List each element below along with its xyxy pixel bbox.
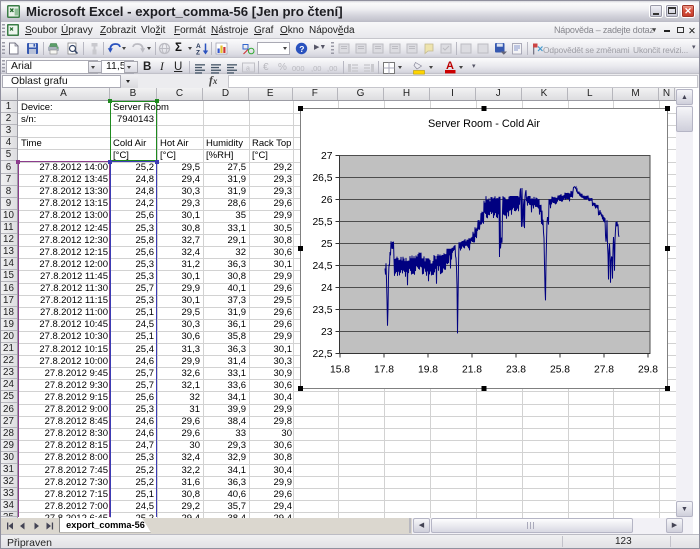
svg-text:26,5: 26,5 [312,173,332,184]
svg-text:a: a [246,65,250,72]
svg-text:24,5: 24,5 [312,261,332,272]
svg-text:27: 27 [321,151,333,162]
svg-text:26: 26 [321,195,333,206]
svg-text:15.8: 15.8 [330,365,350,376]
svg-text:22,5: 22,5 [312,349,332,360]
svg-text:21.8: 21.8 [462,365,482,376]
svg-text:24: 24 [321,283,333,294]
svg-text:19.8: 19.8 [418,365,438,376]
svg-text:25.8: 25.8 [550,365,570,376]
svg-text:25,5: 25,5 [312,217,332,228]
svg-text:23: 23 [321,327,333,338]
svg-text:Server Room - Cold Air: Server Room - Cold Air [428,118,540,130]
svg-text:27.8: 27.8 [594,365,614,376]
svg-text:Z: Z [196,49,200,55]
svg-text:29.8: 29.8 [638,365,658,376]
svg-text:23.8: 23.8 [506,365,526,376]
svg-text:23,5: 23,5 [312,305,332,316]
svg-text:17.8: 17.8 [374,365,394,376]
svg-text:?: ? [299,43,304,53]
svg-text:25: 25 [321,239,333,250]
